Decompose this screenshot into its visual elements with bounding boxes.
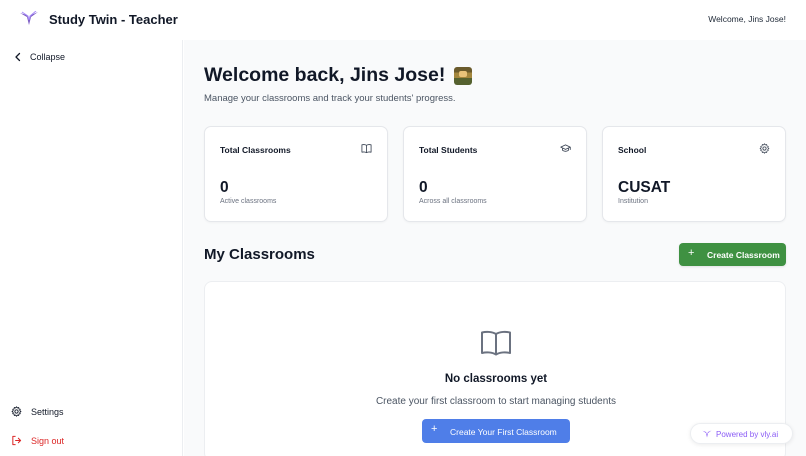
card-title: School [618,145,647,155]
plus-icon: + [688,247,695,259]
app-title: Study Twin - Teacher [49,12,178,27]
empty-state-description: Create your first classroom to start man… [375,396,617,407]
stat-card-school: School CUSAT Institution [602,126,786,222]
plus-icon: + [431,423,438,435]
empty-state-title: No classrooms yet [444,373,548,385]
create-classroom-label: Create Classroom [707,250,780,260]
gear-icon [759,143,770,154]
page-title: Welcome back, Jins Jose! [204,64,473,87]
card-subtitle: Institution [618,198,648,205]
card-subtitle: Active classrooms [220,198,277,205]
card-title: Total Classrooms [220,145,291,155]
card-value: 0 [220,179,229,196]
powered-by-label: Powered by vly.ai [716,430,779,439]
section-title-my-classrooms: My Classrooms [204,246,315,263]
main-content: Welcome back, Jins Jose! Manage your cla… [184,40,806,456]
sidebar-item-settings[interactable]: Settings [11,406,64,417]
collapse-label: Collapse [30,52,66,62]
create-classroom-button[interactable]: + Create Classroom [679,243,786,266]
card-value: CUSAT [618,179,671,196]
stat-card-total-students: Total Students 0 Across all classrooms [403,126,587,222]
gear-icon [11,406,22,417]
page-title-text: Welcome back, Jins Jose! [204,64,446,86]
stat-card-total-classrooms: Total Classrooms 0 Active classrooms [204,126,388,222]
page-subtitle: Manage your classrooms and track your st… [204,93,456,104]
teacher-emoji-icon [454,66,473,85]
book-open-icon [481,330,511,356]
graduation-cap-icon [560,144,571,152]
logout-icon [12,435,22,446]
sidebar-item-signout[interactable]: Sign out [11,435,64,446]
powered-by-badge[interactable]: Powered by vly.ai [690,423,793,444]
signout-label: Sign out [31,435,65,446]
card-subtitle: Across all classrooms [419,198,487,205]
card-title: Total Students [419,145,478,155]
create-first-classroom-label: Create Your First Classroom [450,427,557,437]
create-first-classroom-button[interactable]: + Create Your First Classroom [422,419,570,443]
settings-label: Settings [31,406,64,417]
vly-logo-icon [702,430,712,438]
card-value: 0 [419,179,428,196]
v-bird-logo-icon[interactable] [19,11,39,27]
book-open-icon [361,144,372,154]
sidebar: Collapse Settings Sign out [0,40,183,456]
welcome-user-text: Welcome, Jins Jose! [708,14,786,24]
top-bar: Study Twin - Teacher Welcome, Jins Jose! [0,0,806,40]
chevron-left-icon [15,52,21,62]
collapse-button[interactable]: Collapse [13,52,65,62]
